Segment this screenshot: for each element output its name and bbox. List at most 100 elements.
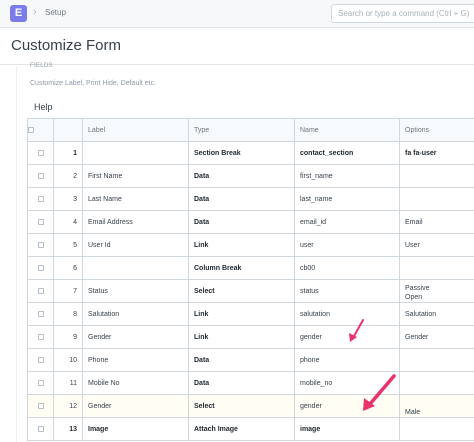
- cell-label[interactable]: Last Name: [82, 187, 189, 211]
- cell-name[interactable]: contact_section: [294, 141, 400, 165]
- cell-name[interactable]: gender: [294, 325, 400, 349]
- select-all-checkbox[interactable]: [27, 118, 54, 142]
- cell-options[interactable]: [399, 371, 474, 395]
- table-row[interactable]: 13 Image Attach Image image: [27, 417, 474, 441]
- cell-options[interactable]: [399, 417, 474, 441]
- checkbox-icon: [28, 126, 34, 133]
- table-header-row: Label Type Name Options: [27, 118, 474, 142]
- cell-label[interactable]: Image: [82, 417, 189, 441]
- cell-options[interactable]: fa fa-user: [399, 141, 474, 165]
- cell-type[interactable]: Select: [188, 279, 295, 303]
- table-row[interactable]: 12 Gender Select gender Male: [27, 394, 474, 418]
- search-input[interactable]: Search or type a command (Ctrl + G): [331, 4, 474, 23]
- app-logo[interactable]: E: [10, 5, 27, 22]
- table-row[interactable]: 1 Section Break contact_section fa fa-us…: [27, 141, 474, 165]
- cell-label[interactable]: Status: [82, 279, 189, 303]
- cell-options[interactable]: [399, 256, 474, 280]
- cell-name[interactable]: gender: [294, 394, 400, 418]
- checkbox-icon: [37, 425, 44, 432]
- cell-name[interactable]: last_name: [294, 187, 400, 211]
- cell-type[interactable]: Link: [188, 325, 295, 349]
- column-header-index: [53, 118, 83, 142]
- cell-type[interactable]: Data: [188, 210, 295, 234]
- cell-name[interactable]: status: [294, 279, 400, 303]
- page-title: Customize Form: [11, 37, 122, 54]
- cell-name[interactable]: phone: [294, 348, 400, 372]
- table-row[interactable]: 9 Gender Link gender Gender: [27, 325, 474, 349]
- cell-label[interactable]: Gender: [82, 325, 189, 349]
- checkbox-icon: [37, 379, 44, 386]
- fields-table: Label Type Name Options 1 Section Break …: [27, 118, 474, 441]
- cell-label[interactable]: [82, 256, 189, 280]
- table-row[interactable]: 7 Status Select status Passive Open: [27, 279, 474, 303]
- cell-type[interactable]: Link: [188, 233, 295, 257]
- cell-options[interactable]: Passive Open: [399, 279, 474, 303]
- cell-label[interactable]: Phone: [82, 348, 189, 372]
- cell-options[interactable]: Male: [399, 394, 474, 418]
- cell-name[interactable]: cb00: [294, 256, 400, 280]
- cell-label[interactable]: Email Address: [82, 210, 189, 234]
- cell-name[interactable]: image: [294, 417, 400, 441]
- cell-options[interactable]: [399, 348, 474, 372]
- cell-type[interactable]: Data: [188, 187, 295, 211]
- row-index: 11: [53, 371, 83, 395]
- table-row[interactable]: 3 Last Name Data last_name: [27, 187, 474, 211]
- row-checkbox[interactable]: [27, 141, 54, 165]
- table-row[interactable]: 11 Mobile No Data mobile_no: [27, 371, 474, 395]
- checkbox-icon: [37, 264, 44, 271]
- cell-label[interactable]: Salutation: [82, 302, 189, 326]
- cell-options[interactable]: User: [399, 233, 474, 257]
- cell-type[interactable]: Column Break: [188, 256, 295, 280]
- table-row[interactable]: 10 Phone Data phone: [27, 348, 474, 372]
- column-header-options: Options: [399, 118, 474, 142]
- row-checkbox[interactable]: [27, 256, 54, 280]
- row-checkbox[interactable]: [27, 348, 54, 372]
- table-row[interactable]: 8 Salutation Link salutation Salutation: [27, 302, 474, 326]
- row-checkbox[interactable]: [27, 302, 54, 326]
- row-index: 6: [53, 256, 83, 280]
- cell-options[interactable]: [399, 187, 474, 211]
- row-checkbox[interactable]: [27, 210, 54, 234]
- cell-type[interactable]: Data: [188, 348, 295, 372]
- row-index: 1: [53, 141, 83, 165]
- row-checkbox[interactable]: [27, 233, 54, 257]
- cell-label[interactable]: User Id: [82, 233, 189, 257]
- cell-label[interactable]: First Name: [82, 164, 189, 188]
- cell-label[interactable]: Mobile No: [82, 371, 189, 395]
- cell-type[interactable]: Attach Image: [188, 417, 295, 441]
- cell-name[interactable]: first_name: [294, 164, 400, 188]
- row-checkbox[interactable]: [27, 279, 54, 303]
- cell-options[interactable]: Email: [399, 210, 474, 234]
- chevron-right-icon: ›: [33, 6, 37, 18]
- cell-options[interactable]: Gender: [399, 325, 474, 349]
- cell-name[interactable]: mobile_no: [294, 371, 400, 395]
- cell-name[interactable]: email_id: [294, 210, 400, 234]
- table-row[interactable]: 4 Email Address Data email_id Email: [27, 210, 474, 234]
- cell-name[interactable]: salutation: [294, 302, 400, 326]
- cell-type[interactable]: Data: [188, 371, 295, 395]
- cell-type[interactable]: Link: [188, 302, 295, 326]
- breadcrumb-setup[interactable]: Setup: [45, 8, 66, 17]
- cell-type[interactable]: Section Break: [188, 141, 295, 165]
- row-checkbox[interactable]: [27, 325, 54, 349]
- cell-label[interactable]: [82, 141, 189, 165]
- row-index: 9: [53, 325, 83, 349]
- cell-label[interactable]: Gender: [82, 394, 189, 418]
- row-checkbox[interactable]: [27, 394, 54, 418]
- table-row[interactable]: 2 First Name Data first_name: [27, 164, 474, 188]
- row-checkbox[interactable]: [27, 417, 54, 441]
- help-link[interactable]: Help: [34, 102, 53, 112]
- row-checkbox[interactable]: [27, 187, 54, 211]
- table-row[interactable]: 5 User Id Link user User: [27, 233, 474, 257]
- row-index: 13: [53, 417, 83, 441]
- table-row[interactable]: 6 Column Break cb00: [27, 256, 474, 280]
- row-index: 2: [53, 164, 83, 188]
- row-checkbox[interactable]: [27, 164, 54, 188]
- cell-type[interactable]: Select: [188, 394, 295, 418]
- row-checkbox[interactable]: [27, 371, 54, 395]
- cell-options[interactable]: [399, 164, 474, 188]
- cell-options[interactable]: Salutation: [399, 302, 474, 326]
- cell-type[interactable]: Data: [188, 164, 295, 188]
- cell-name[interactable]: user: [294, 233, 400, 257]
- checkbox-icon: [37, 195, 44, 202]
